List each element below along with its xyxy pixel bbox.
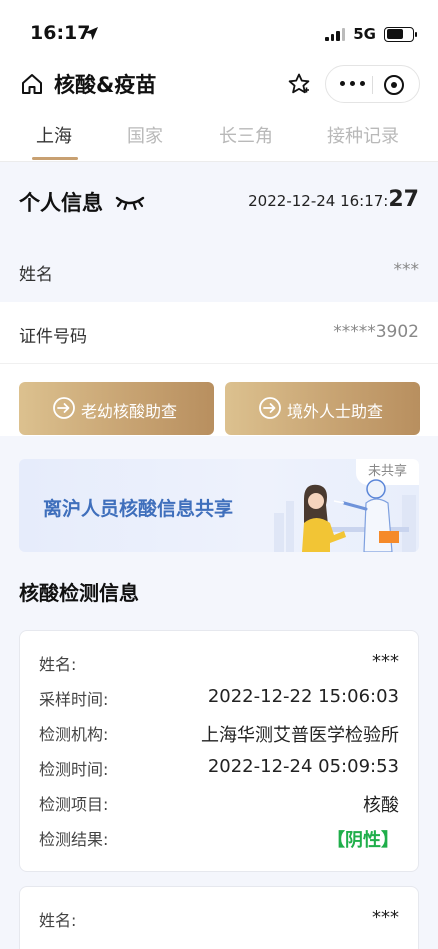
elderly-child-check-label: 老幼核酸助查 [81, 402, 178, 421]
assist-buttons-area: 老幼核酸助查 境外人士助查 [0, 364, 438, 436]
sample-time-label: 采样时间: [39, 690, 109, 709]
record-name-label: 姓名: [39, 911, 77, 930]
test-result-value: 【阴性】 [327, 830, 399, 851]
name-value: *** [393, 260, 420, 280]
info-share-banner[interactable]: 离沪人员核酸信息共享 未共享 [19, 459, 419, 552]
test-time-value: 2022-12-24 05:09:53 [207, 756, 399, 777]
personal-info-header: 个人信息 2022-12-24 16:17:27 [0, 163, 438, 238]
test-item-value: 核酸 [363, 795, 399, 816]
live-timestamp: 2022-12-24 16:17:27 [248, 187, 419, 212]
test-time-label: 检测时间: [39, 760, 109, 779]
tab-national[interactable]: 国家 [127, 122, 163, 148]
name-label: 姓名 [19, 265, 53, 285]
record-name-label: 姓名: [39, 655, 77, 674]
login-arrow-icon [259, 397, 281, 419]
more-options-icon[interactable] [340, 81, 365, 86]
elderly-child-check-button[interactable]: 老幼核酸助查 [19, 382, 214, 435]
home-icon[interactable] [20, 72, 44, 96]
region-tabs: 上海 国家 长三角 接种记录 [0, 108, 438, 162]
record-item-row: 检测项目: 核酸 [39, 791, 399, 817]
record-name-row: 姓名: *** [39, 651, 399, 677]
test-result-label: 检测结果: [39, 830, 109, 849]
record-sample-time-row: 采样时间: 2022-12-22 15:06:03 [39, 686, 399, 712]
name-row: 姓名 *** [0, 240, 438, 302]
banner-text: 离沪人员核酸信息共享 [43, 498, 234, 520]
location-arrow-icon [85, 27, 98, 40]
tab-yangtze-delta[interactable]: 长三角 [219, 122, 273, 148]
record-name-value: *** [372, 907, 399, 928]
favorite-star-icon[interactable] [287, 72, 311, 96]
record-test-time-row: 检测时间: 2022-12-24 05:09:53 [39, 756, 399, 782]
status-time: 16:17 [30, 22, 91, 44]
status-indicators: 5G [325, 25, 417, 43]
test-item-label: 检测项目: [39, 795, 109, 814]
institution-label: 检测机构: [39, 725, 109, 744]
battery-icon [384, 26, 417, 42]
nucleic-test-illustration [274, 479, 416, 552]
status-bar: 16:17 5G [0, 0, 438, 62]
tab-shanghai[interactable]: 上海 [36, 122, 72, 148]
timestamp-seconds: 27 [388, 187, 419, 212]
foreigner-check-label: 境外人士助查 [287, 402, 384, 421]
id-row: 证件号码 *****3902 [0, 302, 438, 364]
personal-info-title: 个人信息 [19, 191, 103, 215]
timestamp-date: 2022-12-24 16:17: [248, 192, 389, 210]
signal-icon [325, 27, 346, 41]
record-name-value: *** [372, 651, 399, 672]
institution-value: 上海华测艾普医学检验所 [201, 725, 399, 746]
record-institution-row: 检测机构: 上海华测艾普医学检验所 [39, 721, 399, 747]
record-name-row: 姓名: *** [39, 907, 399, 933]
sample-time-value: 2022-12-22 15:06:03 [207, 686, 399, 707]
capsule-divider [372, 76, 373, 94]
login-arrow-icon [53, 397, 75, 419]
id-value: *****3902 [333, 322, 419, 342]
close-icon[interactable] [383, 74, 405, 96]
page-title: 核酸&疫苗 [54, 73, 157, 97]
nucleic-test-section-title: 核酸检测信息 [19, 581, 139, 605]
tab-vaccination-record[interactable]: 接种记录 [327, 122, 399, 148]
record-result-row: 检测结果: 【阴性】 [39, 826, 399, 852]
nav-bar: 核酸&疫苗 [0, 62, 438, 108]
id-label: 证件号码 [19, 327, 87, 347]
mini-program-capsule [325, 65, 420, 103]
hide-eye-icon[interactable] [115, 194, 145, 210]
foreigner-check-button[interactable]: 境外人士助查 [225, 382, 420, 435]
test-record-card: 姓名: *** 采样时间: 2022-12-22 15:06:03 检测机构: … [19, 630, 419, 872]
active-tab-indicator [32, 157, 78, 160]
test-record-card: 姓名: *** [19, 886, 419, 949]
network-type: 5G [353, 25, 376, 43]
